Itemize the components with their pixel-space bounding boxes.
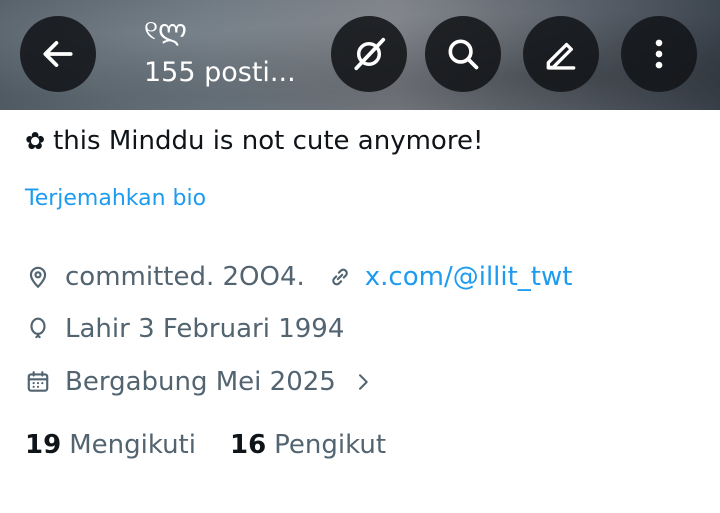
more-vertical-icon (655, 39, 663, 69)
balloon-icon (30, 317, 46, 339)
header-posts-count: 155 posti... (144, 57, 296, 88)
birthdate-text: Lahir 3 Februari 1994 (65, 314, 345, 344)
birthdate-row: Lahir 3 Februari 1994 (25, 314, 344, 344)
translate-bio-link[interactable]: Terjemahkan bio (25, 186, 206, 211)
search-button[interactable] (425, 16, 501, 92)
joined-row[interactable]: Bergabung Mei 2025 (25, 367, 386, 397)
back-arrow-icon (43, 41, 73, 67)
grok-button[interactable] (331, 16, 407, 92)
profile-header: ୧ლ 155 posti... (0, 0, 720, 110)
following-label: Mengikuti (69, 430, 196, 460)
followers-count: 16 (229, 430, 267, 460)
following-link[interactable]: 19 Mengikuti (25, 430, 196, 460)
website-text[interactable]: x.com/@illit_twt (365, 262, 573, 292)
bio-text: this Minddu is not cute anymore! (53, 126, 484, 156)
more-options-button[interactable] (621, 16, 697, 92)
search-icon (448, 39, 479, 70)
calendar-icon (27, 371, 49, 392)
followers-label: Pengikut (274, 430, 387, 460)
header-display-name: ୧ლ (144, 15, 187, 46)
header-title-block: ୧ლ 155 posti... (144, 14, 296, 90)
flower-emoji: ✿ (25, 127, 46, 155)
joined-text: Bergabung Mei 2025 (65, 367, 336, 397)
grok-icon (354, 37, 386, 71)
link-icon (332, 268, 348, 286)
followers-link[interactable]: 16 Pengikut (230, 430, 386, 460)
location-text: committed. 2OO4. (65, 262, 305, 292)
back-button[interactable] (20, 16, 96, 92)
edit-icon (546, 42, 576, 70)
edit-button[interactable] (523, 16, 599, 92)
location-pin-icon (29, 266, 47, 289)
location-row: committed. 2OO4. x.com/@illit_twt (25, 262, 572, 292)
following-count: 19 (25, 430, 62, 460)
follow-stats: 19 Mengikuti 16 Pengikut (25, 430, 420, 460)
website-link[interactable]: x.com/@illit_twt (327, 262, 573, 292)
chevron-right-icon (358, 374, 368, 390)
profile-page: ୧ლ 155 posti... ✿ this Minddu is not cut… (0, 0, 720, 513)
profile-bio: ✿ this Minddu is not cute anymore! (25, 126, 483, 156)
